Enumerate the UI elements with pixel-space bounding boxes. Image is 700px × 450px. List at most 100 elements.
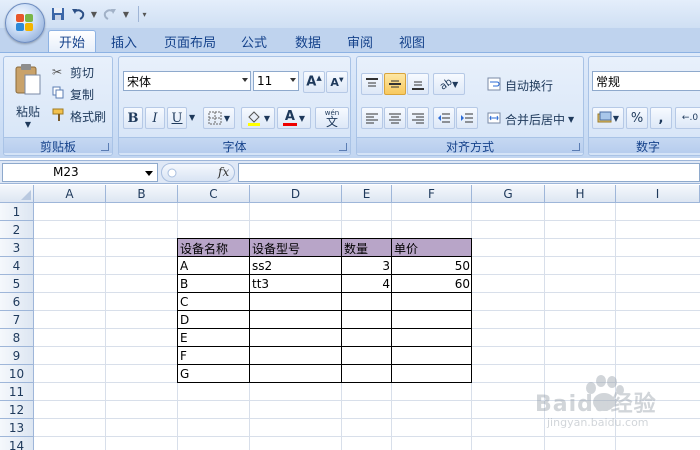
table-cell[interactable]: A — [178, 257, 250, 275]
alignment-launcher-icon[interactable] — [572, 143, 580, 151]
row-header[interactable]: 8 — [0, 329, 34, 347]
number-format-combo[interactable]: 常规 — [592, 71, 700, 91]
office-button[interactable] — [5, 3, 45, 43]
row-header[interactable]: 7 — [0, 311, 34, 329]
fill-color-button[interactable]: ▼ — [241, 107, 275, 129]
table-cell[interactable]: D — [178, 311, 250, 329]
table-header-cell[interactable]: 设备型号 — [250, 239, 342, 257]
select-all-corner[interactable] — [0, 185, 34, 203]
table-cell[interactable]: B — [178, 275, 250, 293]
row-header[interactable]: 2 — [0, 221, 34, 239]
table-cell[interactable]: 60 — [392, 275, 472, 293]
column-header[interactable]: D — [250, 185, 342, 203]
cut-button[interactable]: ✂ 剪切 — [52, 63, 94, 81]
align-middle-button[interactable] — [384, 73, 406, 95]
paste-dropdown-icon[interactable]: ▼ — [25, 120, 31, 129]
table-cell[interactable]: 3 — [342, 257, 392, 275]
redo-dropdown-icon[interactable]: ▼ — [122, 6, 130, 22]
column-header[interactable]: C — [178, 185, 250, 203]
table-cell[interactable] — [342, 311, 392, 329]
row-header[interactable]: 9 — [0, 347, 34, 365]
grow-font-button[interactable]: A▲ — [303, 71, 325, 93]
row-header[interactable]: 13 — [0, 419, 34, 437]
tab-home[interactable]: 开始 — [48, 30, 96, 52]
row-header[interactable]: 12 — [0, 401, 34, 419]
table-cell[interactable] — [342, 347, 392, 365]
column-header[interactable]: I — [616, 185, 700, 203]
tab-view[interactable]: 视图 — [390, 30, 434, 52]
row-header[interactable]: 10 — [0, 365, 34, 383]
borders-button[interactable]: ▼ — [203, 107, 235, 129]
font-name-combo[interactable]: 宋体 — [123, 71, 251, 91]
format-painter-button[interactable]: 格式刷 — [52, 107, 106, 125]
comma-style-button[interactable]: , — [650, 107, 672, 129]
increase-indent-button[interactable] — [456, 107, 478, 129]
align-right-button[interactable] — [407, 107, 429, 129]
redo-icon[interactable] — [102, 6, 118, 22]
font-color-button[interactable]: A ▼ — [277, 107, 311, 129]
tab-page-layout[interactable]: 页面布局 — [156, 30, 224, 52]
font-launcher-icon[interactable] — [339, 143, 347, 151]
row-header[interactable]: 1 — [0, 203, 34, 221]
row-header[interactable]: 6 — [0, 293, 34, 311]
table-cell[interactable] — [392, 365, 472, 383]
table-cell[interactable] — [250, 293, 342, 311]
increase-decimal-button[interactable]: ←.0 — [675, 107, 700, 129]
table-cell[interactable] — [392, 347, 472, 365]
table-cell[interactable] — [342, 365, 392, 383]
column-header[interactable]: G — [472, 185, 545, 203]
table-cell[interactable] — [250, 329, 342, 347]
formula-input[interactable] — [238, 163, 700, 182]
table-cell[interactable]: C — [178, 293, 250, 311]
copy-button[interactable]: 复制 — [52, 85, 94, 103]
row-header[interactable]: 3 — [0, 239, 34, 257]
tab-review[interactable]: 审阅 — [338, 30, 382, 52]
table-cell[interactable]: ss2 — [250, 257, 342, 275]
column-header[interactable]: A — [34, 185, 106, 203]
table-cell[interactable] — [342, 329, 392, 347]
align-center-button[interactable] — [384, 107, 406, 129]
insert-function-button[interactable]: fx — [218, 165, 229, 179]
column-header[interactable]: H — [545, 185, 616, 203]
table-cell[interactable] — [250, 347, 342, 365]
bold-button[interactable]: B — [123, 107, 143, 129]
table-header-cell[interactable]: 单价 — [392, 239, 472, 257]
underline-dropdown-icon[interactable]: ▼ — [189, 113, 195, 122]
table-cell[interactable] — [250, 311, 342, 329]
column-header[interactable]: F — [392, 185, 472, 203]
table-cell[interactable]: 4 — [342, 275, 392, 293]
phonetic-guide-button[interactable]: wén 文 — [315, 107, 349, 129]
accounting-format-button[interactable]: ▼ — [592, 107, 624, 129]
decrease-indent-button[interactable] — [433, 107, 455, 129]
table-cell[interactable]: tt3 — [250, 275, 342, 293]
table-cell[interactable] — [392, 311, 472, 329]
table-cell[interactable] — [392, 329, 472, 347]
undo-icon[interactable] — [70, 6, 86, 22]
italic-button[interactable]: I — [145, 107, 165, 129]
row-header[interactable]: 11 — [0, 383, 34, 401]
font-size-combo[interactable]: 11 — [253, 71, 299, 91]
table-header-cell[interactable]: 设备名称 — [178, 239, 250, 257]
customize-qat-icon[interactable]: ▾ — [138, 6, 147, 22]
table-cell[interactable]: E — [178, 329, 250, 347]
shrink-font-button[interactable]: A▼ — [326, 71, 348, 93]
orientation-button[interactable]: ab ▼ — [433, 73, 465, 95]
table-cell[interactable]: G — [178, 365, 250, 383]
save-icon[interactable] — [50, 6, 66, 22]
table-header-cell[interactable]: 数量 — [342, 239, 392, 257]
align-top-button[interactable] — [361, 73, 383, 95]
column-header[interactable]: B — [106, 185, 178, 203]
paste-button[interactable]: 粘贴 ▼ — [8, 63, 48, 135]
table-cell[interactable]: 50 — [392, 257, 472, 275]
merge-center-button[interactable]: 合并后居中 ▼ — [487, 109, 574, 129]
tab-insert[interactable]: 插入 — [102, 30, 146, 52]
clipboard-launcher-icon[interactable] — [101, 143, 109, 151]
row-header[interactable]: 5 — [0, 275, 34, 293]
percent-button[interactable]: % — [626, 107, 648, 129]
tab-formulas[interactable]: 公式 — [232, 30, 276, 52]
tab-data[interactable]: 数据 — [286, 30, 330, 52]
table-cell[interactable] — [342, 293, 392, 311]
align-bottom-button[interactable] — [407, 73, 429, 95]
table-cell[interactable]: F — [178, 347, 250, 365]
name-box[interactable]: M23 — [2, 163, 158, 182]
